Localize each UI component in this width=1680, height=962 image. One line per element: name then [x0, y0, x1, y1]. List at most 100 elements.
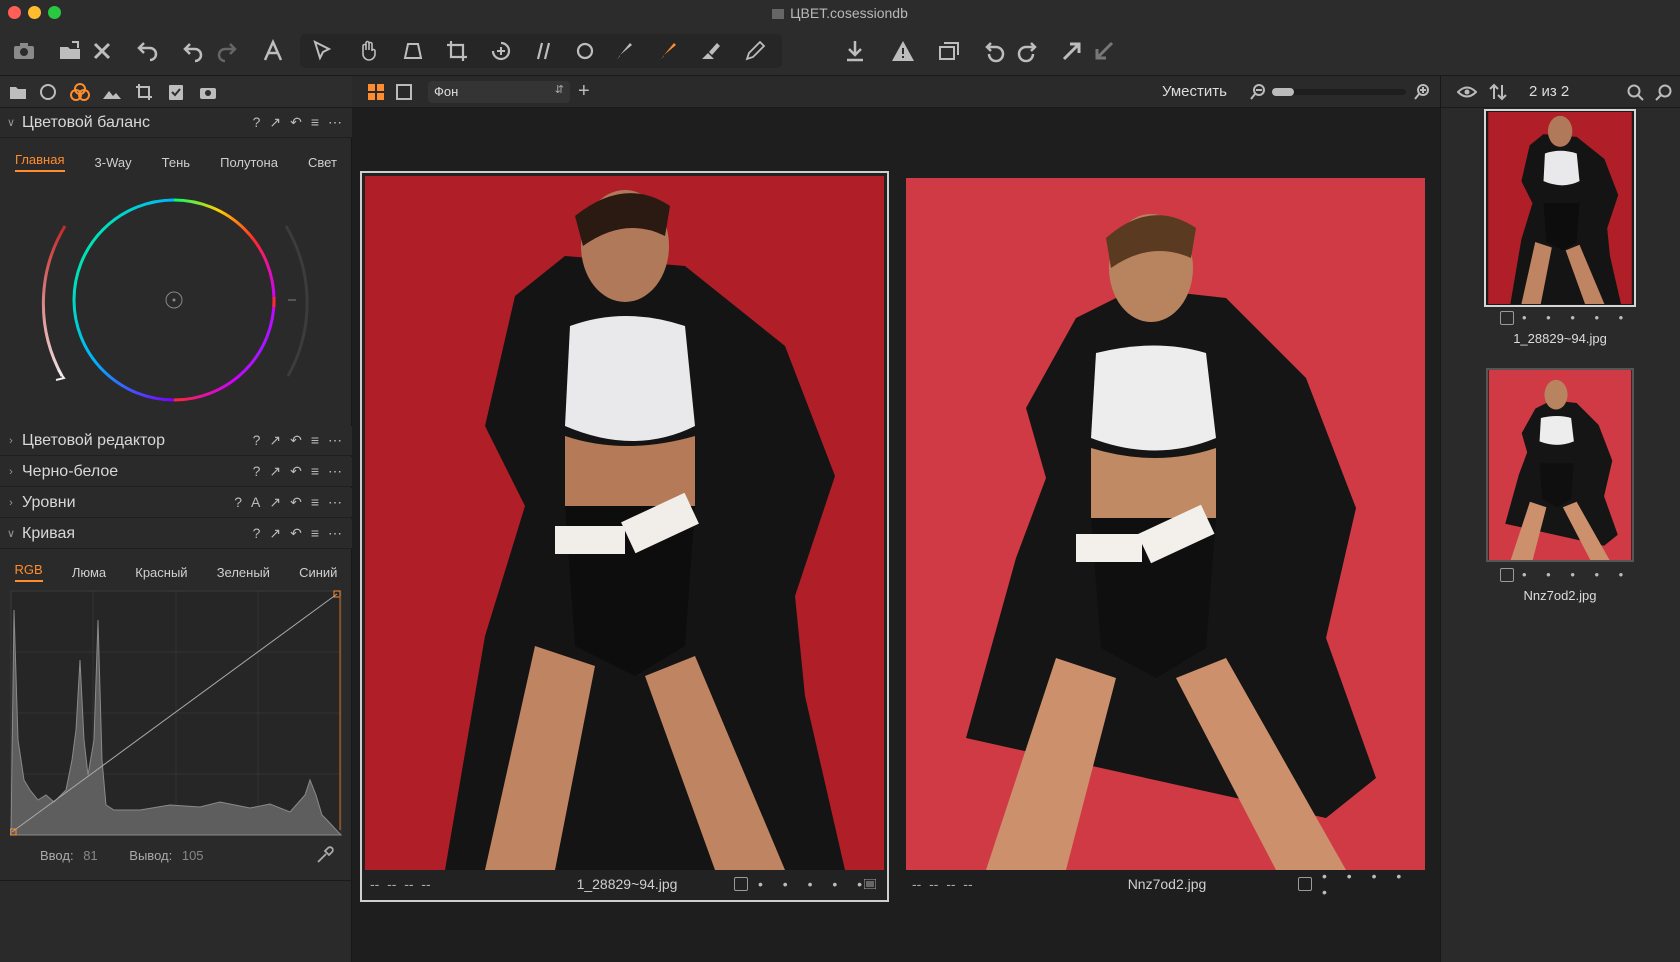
apply-adjustments-icon[interactable] — [1090, 36, 1118, 66]
color-icon[interactable] — [70, 82, 90, 102]
eraser-icon[interactable] — [694, 36, 728, 66]
thumbnail-2-checkbox[interactable] — [1500, 567, 1514, 582]
help-icon[interactable]: ? — [253, 114, 261, 131]
photo-2[interactable] — [906, 178, 1425, 870]
grid-view-icon[interactable] — [368, 84, 384, 103]
curve-graph[interactable] — [10, 590, 342, 836]
add-icon[interactable]: + — [578, 80, 590, 103]
crop-icon[interactable] — [440, 36, 474, 66]
pan-icon[interactable] — [352, 36, 386, 66]
zoom-icon[interactable] — [1655, 84, 1673, 105]
redo-icon[interactable] — [212, 36, 240, 66]
zoom-in-icon[interactable] — [1414, 84, 1430, 103]
copy-adjustments-icon[interactable] — [1058, 36, 1086, 66]
photo-2-rating[interactable]: • • • • • — [1322, 868, 1422, 900]
camera-icon[interactable] — [10, 36, 38, 66]
reset-icon[interactable]: ↶ — [290, 432, 302, 449]
exposure-icon[interactable] — [102, 82, 122, 102]
tab-blue[interactable]: Синий — [299, 565, 337, 580]
rotate-left-icon[interactable] — [982, 36, 1010, 66]
tab-midtones[interactable]: Полутона — [220, 155, 278, 170]
output-icon[interactable] — [198, 82, 218, 102]
presets-icon[interactable]: ≡ — [311, 494, 319, 511]
auto-icon[interactable]: ↗ — [269, 114, 281, 131]
more-icon[interactable]: ⋯ — [328, 494, 342, 511]
import-icon[interactable] — [56, 36, 84, 66]
more-icon[interactable]: ⋯ — [328, 525, 342, 542]
chevron-down-icon[interactable]: ∨ — [0, 116, 22, 129]
copies-icon[interactable] — [934, 36, 964, 66]
black-white-header[interactable]: › Черно-белое ? ↗ ↶ ≡ ⋯ — [0, 457, 352, 487]
thumbnail-1-rating[interactable]: • • • • • — [1522, 310, 1631, 325]
reset-icon[interactable]: ↶ — [290, 114, 302, 131]
search-icon[interactable] — [1627, 84, 1645, 105]
color-wheel[interactable] — [30, 186, 330, 416]
eye-icon[interactable] — [1456, 85, 1478, 102]
delete-icon[interactable] — [88, 36, 116, 66]
single-view-icon[interactable] — [396, 84, 412, 103]
library-icon[interactable] — [8, 82, 28, 102]
chevron-right-icon[interactable]: › — [0, 466, 22, 478]
help-icon[interactable]: ? — [253, 463, 261, 480]
export-icon[interactable] — [840, 36, 870, 66]
chevron-right-icon[interactable]: › — [0, 497, 22, 509]
select-icon[interactable] — [306, 36, 340, 66]
undo-all-icon[interactable] — [134, 36, 162, 66]
brush-icon[interactable] — [606, 36, 640, 66]
fit-label[interactable]: Уместить — [1162, 83, 1227, 100]
keystone-icon[interactable] — [396, 36, 430, 66]
more-icon[interactable]: ⋯ — [328, 463, 342, 480]
pen-icon[interactable] — [738, 36, 772, 66]
capture-icon[interactable] — [38, 82, 58, 102]
chevron-right-icon[interactable]: › — [0, 435, 22, 447]
reset-icon[interactable]: ↶ — [290, 525, 302, 542]
help-icon[interactable]: ? — [253, 432, 261, 449]
auto-icon[interactable]: ↗ — [269, 525, 281, 542]
zoom-slider-thumb[interactable] — [1272, 88, 1294, 96]
help-icon[interactable]: ? — [234, 494, 242, 511]
tab-luma[interactable]: Люма — [72, 565, 106, 580]
background-select[interactable]: Фон ⇵ — [428, 81, 570, 103]
curve-header[interactable]: ∨ Кривая ? ↗ ↶ ≡ ⋯ — [0, 519, 352, 549]
tab-rgb[interactable]: RGB — [14, 562, 43, 582]
auto-icon[interactable]: ↗ — [269, 463, 281, 480]
thumbnail-1-checkbox[interactable] — [1500, 310, 1514, 325]
tab-green[interactable]: Зеленый — [217, 565, 270, 580]
presets-icon[interactable]: ≡ — [311, 463, 319, 480]
presets-icon[interactable]: ≡ — [311, 525, 319, 542]
sort-icon[interactable] — [1489, 83, 1507, 104]
rotate-right-icon[interactable] — [1012, 36, 1040, 66]
auto-levels-button[interactable]: A — [251, 494, 260, 511]
text-icon[interactable] — [258, 36, 288, 66]
warning-icon[interactable] — [888, 36, 918, 66]
auto-icon[interactable]: ↗ — [269, 432, 281, 449]
tab-red[interactable]: Красный — [135, 565, 187, 580]
help-icon[interactable]: ? — [253, 525, 261, 542]
more-icon[interactable]: ⋯ — [328, 432, 342, 449]
rotate-icon[interactable] — [484, 36, 518, 66]
straighten-icon[interactable] — [528, 36, 562, 66]
tab-shadow[interactable]: Тень — [162, 155, 190, 170]
tab-main[interactable]: Главная — [15, 152, 65, 172]
reset-icon[interactable]: ↶ — [290, 494, 302, 511]
thumbnail-2[interactable] — [1486, 368, 1634, 562]
undo-icon[interactable] — [180, 36, 208, 66]
mask-brush-icon[interactable] — [650, 36, 684, 66]
tab-highlights[interactable]: Свет — [308, 155, 337, 170]
photo-1-checkbox[interactable] — [734, 877, 748, 891]
thumbnail-2-rating[interactable]: • • • • • — [1522, 567, 1631, 582]
thumbnail-1[interactable] — [1484, 109, 1636, 307]
reset-icon[interactable]: ↶ — [290, 463, 302, 480]
chevron-down-icon[interactable]: ∨ — [0, 527, 22, 540]
zoom-slider[interactable] — [1272, 88, 1406, 96]
auto-icon[interactable]: ↗ — [269, 494, 281, 511]
picker-icon[interactable] — [316, 846, 334, 867]
color-editor-header[interactable]: › Цветовой редактор ? ↗ ↶ ≡ ⋯ — [0, 426, 352, 456]
photo-1[interactable] — [365, 176, 884, 870]
color-balance-header[interactable]: ∨ Цветовой баланс ? ↗ ↶ ≡ ⋯ — [0, 108, 352, 138]
metadata-icon[interactable] — [166, 82, 186, 102]
circle-mask-icon[interactable] — [570, 36, 600, 66]
tab-3way[interactable]: 3-Way — [95, 155, 132, 170]
zoom-out-icon[interactable] — [1250, 84, 1266, 103]
presets-icon[interactable]: ≡ — [311, 114, 319, 131]
